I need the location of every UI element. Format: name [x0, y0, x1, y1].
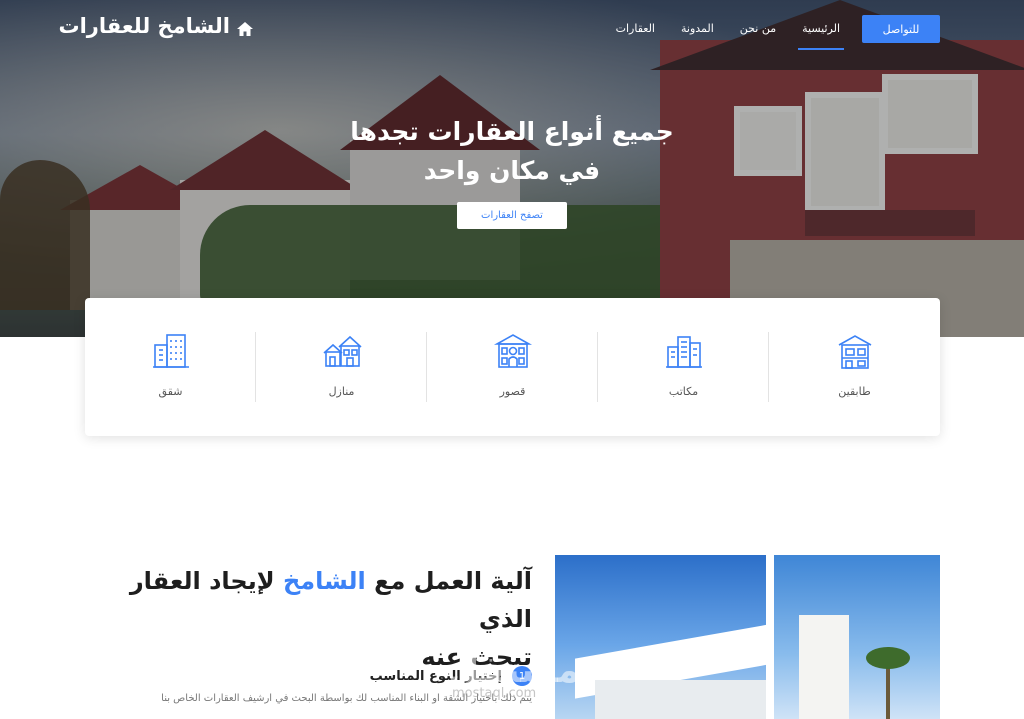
photo2-tower	[799, 615, 849, 719]
hero-title-line2: في مكان واحد	[423, 156, 601, 185]
category-card: طابقين مكاتب قصور منازل شقق	[85, 298, 940, 436]
photo2-palm-trunk	[886, 665, 890, 719]
category-apartments[interactable]: شقق	[85, 298, 256, 436]
watermark-logo: مستقل	[448, 650, 580, 691]
duplex-house-icon	[838, 334, 871, 369]
watermark-url: mostaql.com	[452, 686, 537, 701]
office-buildings-icon	[665, 335, 702, 368]
brand-logo[interactable]: الشامخ للعقارات	[59, 14, 255, 38]
title-accent: الشامخ	[282, 567, 366, 595]
apartments-icon	[152, 333, 189, 368]
category-label: منازل	[328, 384, 355, 398]
nav-link-home[interactable]: الرئيسية	[798, 22, 844, 50]
title-before: آلية العمل مع	[374, 567, 532, 595]
hero-title-line1: جميع أنواع العقارات تجدها	[350, 117, 674, 146]
hero-title: جميع أنواع العقارات تجدها في مكان واحد	[0, 112, 1024, 190]
houses-icon	[322, 335, 362, 367]
nav-links: الرئيسية من نحن المدونة العقارات	[616, 22, 844, 50]
contact-button[interactable]: للتواصل	[862, 15, 940, 43]
nav-link-blog[interactable]: المدونة	[681, 22, 714, 35]
category-label: مكاتب	[668, 384, 699, 398]
category-label: قصور	[499, 384, 526, 398]
nav-link-properties[interactable]: العقارات	[616, 22, 655, 35]
category-label: شقق	[158, 384, 183, 398]
property-photo-1	[555, 555, 766, 719]
category-duplex[interactable]: طابقين	[769, 298, 940, 436]
brand-name: الشامخ للعقارات	[58, 14, 231, 38]
category-label: طابقين	[838, 384, 871, 398]
home-icon	[236, 18, 254, 36]
hero-banner: الشامخ للعقارات الرئيسية من نحن المدونة …	[0, 0, 1024, 337]
property-photo-2	[774, 555, 940, 719]
photo1-building-base	[595, 680, 766, 719]
palace-icon	[493, 333, 532, 368]
category-offices[interactable]: مكاتب	[598, 298, 769, 436]
category-palaces[interactable]: قصور	[427, 298, 598, 436]
photo2-palm-leaves	[866, 647, 910, 669]
navbar: الشامخ للعقارات الرئيسية من نحن المدونة …	[0, 0, 1024, 58]
category-houses[interactable]: منازل	[256, 298, 427, 436]
browse-properties-button[interactable]: تصفح العقارات	[457, 202, 567, 229]
nav-link-about[interactable]: من نحن	[740, 22, 776, 35]
